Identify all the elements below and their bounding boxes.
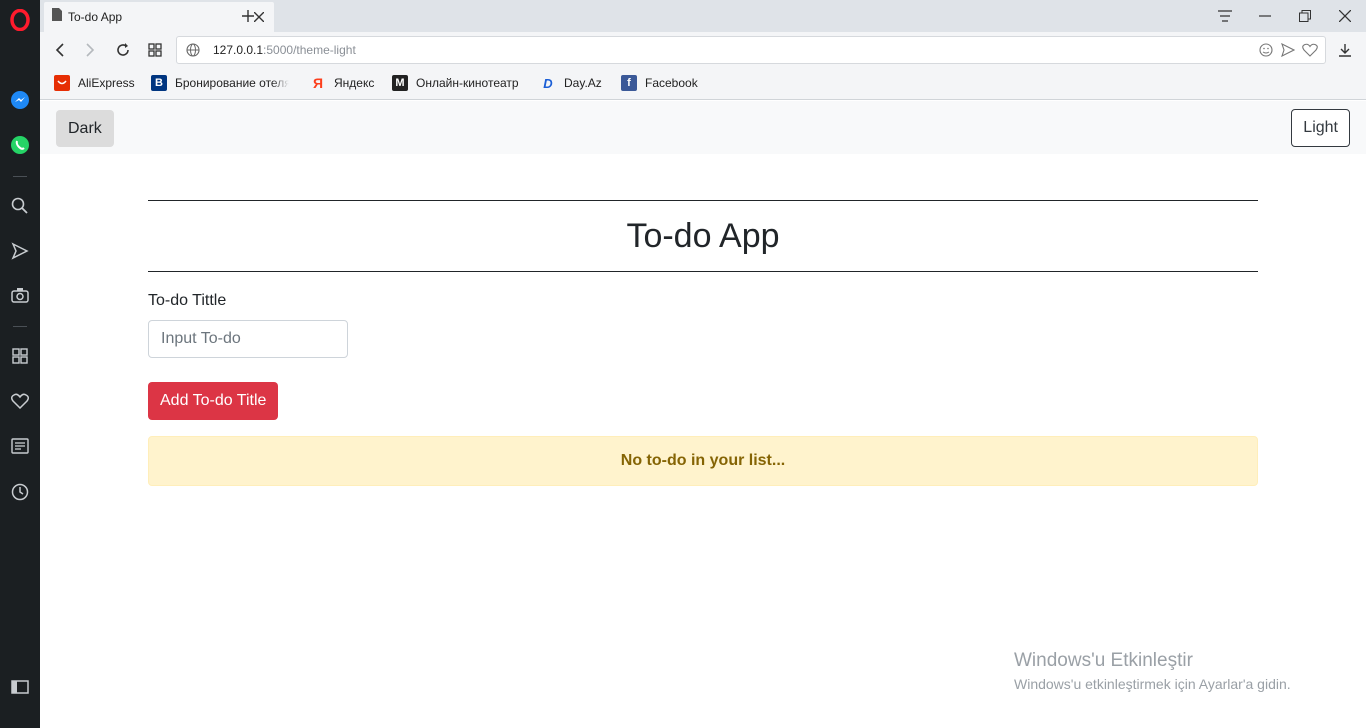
restore-icon[interactable]: [1293, 4, 1317, 28]
bookmark-label: Facebook: [645, 76, 698, 90]
page-title: To-do App: [626, 217, 780, 255]
bookmark-booking[interactable]: B Бронирование отеля: [151, 75, 289, 91]
tabs-grid-icon[interactable]: [143, 38, 167, 62]
empty-list-alert: No to-do in your list...: [148, 436, 1258, 486]
speed-dial-icon[interactable]: [8, 344, 32, 368]
light-theme-button[interactable]: Light: [1291, 109, 1350, 147]
bookmark-label: Онлайн-кинотеатр: [416, 76, 519, 90]
bookmarks-bar: AliExpress B Бронирование отеля Я Яндекс…: [40, 68, 1366, 100]
todo-container: To-do App To-do Tittle Add To-do Title N…: [148, 200, 1258, 486]
search-icon[interactable]: [8, 194, 32, 218]
snap-send-icon[interactable]: [1279, 41, 1297, 59]
dark-theme-button[interactable]: Dark: [56, 110, 114, 147]
bookmark-heart-icon[interactable]: [1301, 41, 1319, 59]
tab-title: To-do App: [68, 10, 123, 24]
address-bar[interactable]: 127.0.0.1:5000/theme-light: [176, 36, 1326, 64]
tab-menu-icon[interactable]: [1213, 4, 1237, 28]
history-icon[interactable]: [8, 480, 32, 504]
windows-activation-watermark: Windows'u Etkinleştir Windows'u etkinleş…: [1014, 650, 1291, 692]
bookmark-label: Day.Az: [564, 76, 602, 90]
add-todo-button[interactable]: Add To-do Title: [148, 382, 279, 420]
messenger-icon[interactable]: [8, 88, 32, 112]
todo-input[interactable]: [148, 320, 348, 358]
dayaz-icon: D: [543, 75, 553, 91]
forward-icon[interactable]: [78, 38, 102, 62]
divider-bottom: [148, 271, 1258, 272]
watermark-title: Windows'u Etkinleştir: [1014, 650, 1193, 671]
bookmark-facebook[interactable]: f Facebook: [621, 75, 698, 91]
watermark-subtitle: Windows'u etkinleştirmek için Ayarlar'a …: [1014, 676, 1291, 692]
sidebar-separator: [13, 176, 27, 177]
sidebar-separator: [13, 326, 27, 327]
url-text: 127.0.0.1:5000/theme-light: [213, 43, 356, 57]
back-icon[interactable]: [48, 38, 72, 62]
new-tab-plus-icon[interactable]: [238, 6, 258, 26]
tab-strip: To-do App: [40, 0, 1366, 32]
close-window-icon[interactable]: [1333, 4, 1357, 28]
page-viewport: Dark Light To-do App To-do Tittle Add To…: [40, 101, 1366, 728]
bookmark-label: AliExpress: [78, 76, 135, 90]
camera-icon[interactable]: [8, 283, 32, 307]
booking-icon: B: [151, 75, 167, 91]
aliexpress-icon: [54, 75, 70, 91]
download-icon[interactable]: [1333, 38, 1357, 62]
opera-logo-icon[interactable]: [8, 8, 32, 32]
bookmark-label: Бронирование отеля: [175, 76, 289, 90]
bookmark-kinoteatr[interactable]: M Онлайн-кинотеатр: [392, 75, 519, 91]
bookmark-aliexpress[interactable]: AliExpress: [54, 75, 135, 91]
send-icon[interactable]: [8, 239, 32, 263]
sidebar-toggle-icon[interactable]: [8, 675, 32, 699]
url-host: 127.0.0.1: [213, 43, 264, 57]
kinoteatr-icon: M: [392, 75, 408, 91]
bookmark-dayaz[interactable]: D Day.Az: [540, 75, 602, 91]
address-bar-row: 127.0.0.1:5000/theme-light: [40, 32, 1366, 68]
globe-icon: [186, 43, 200, 62]
facebook-icon: f: [621, 75, 637, 91]
emoji-icon[interactable]: [1257, 41, 1275, 59]
opera-sidebar: [0, 0, 40, 728]
page-icon: [52, 8, 62, 26]
theme-toolbar: Dark Light: [40, 101, 1366, 154]
url-path: :5000/theme-light: [263, 43, 356, 57]
reload-icon[interactable]: [111, 38, 135, 62]
todo-title-label: To-do Tittle: [148, 292, 227, 309]
yandex-icon: Я: [312, 75, 324, 91]
heart-icon[interactable]: [8, 389, 32, 413]
bookmark-yandex[interactable]: Я Яндекс: [310, 75, 374, 91]
bookmark-label: Яндекс: [334, 76, 375, 90]
whatsapp-icon[interactable]: [8, 133, 32, 157]
minimize-icon[interactable]: [1253, 4, 1277, 28]
news-icon[interactable]: [8, 434, 32, 458]
